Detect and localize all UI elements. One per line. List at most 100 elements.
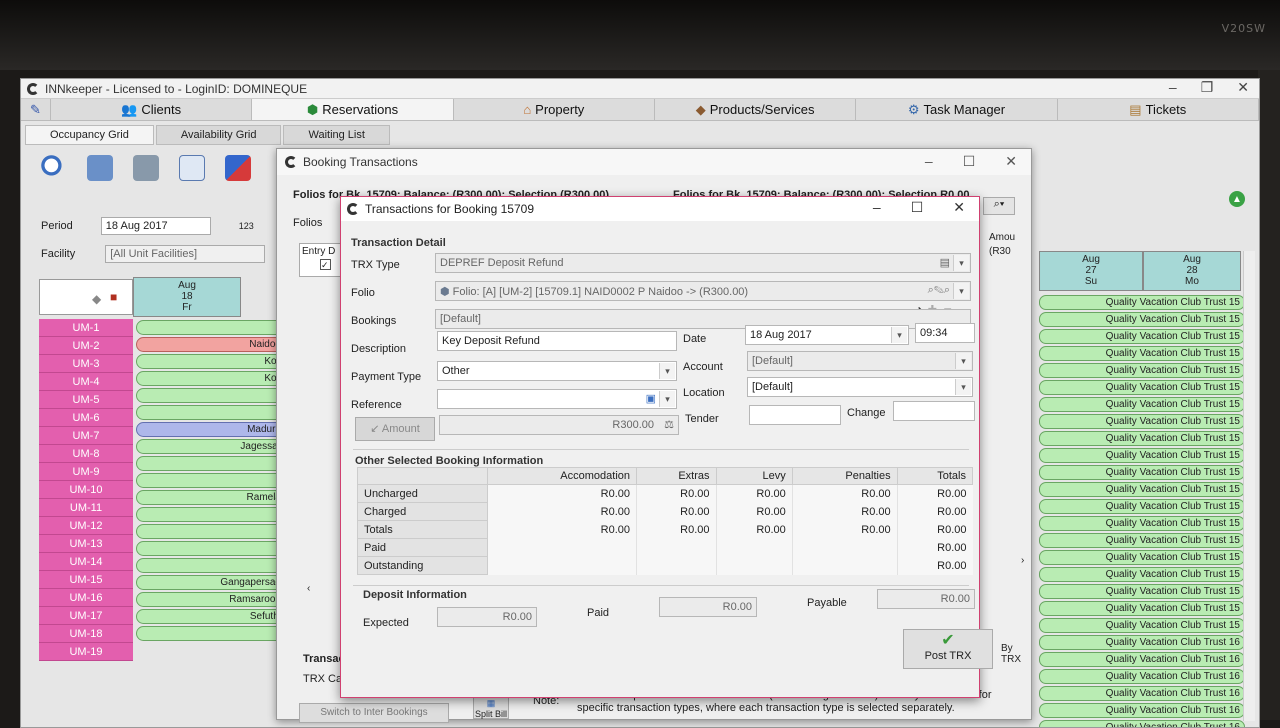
account-select[interactable]: [Default] ▾	[747, 351, 973, 371]
booking-bar[interactable]	[136, 405, 286, 420]
booking-bar[interactable]	[136, 524, 286, 539]
unit-row-label[interactable]: UM-7	[39, 427, 133, 445]
unit-row-label[interactable]: UM-4	[39, 373, 133, 391]
tab-reservations[interactable]: ⬢ Reservations	[252, 99, 454, 120]
folio-select[interactable]: ⬢ Folio: [A] [UM-2] [15709.1] NAID0002 P…	[435, 281, 971, 301]
unit-row-label[interactable]: UM-15	[39, 571, 133, 589]
booking-bar[interactable]: Quality Vacation Club Trust 15	[1039, 312, 1245, 327]
column-header[interactable]: Penalties	[791, 467, 898, 485]
folio-search-icon[interactable]: ⌕▾	[983, 197, 1015, 215]
amount-button[interactable]: ↙ Amount	[355, 417, 435, 441]
unit-row-label[interactable]: UM-19	[39, 643, 133, 661]
booking-bar[interactable]: Quality Vacation Club Trust 16	[1039, 652, 1245, 667]
time-input[interactable]: 09:34	[915, 323, 975, 343]
facility-input[interactable]: [All Unit Facilities]	[105, 245, 266, 263]
booking-bar[interactable]: Quality Vacation Club Trust 16	[1039, 720, 1245, 727]
booking-bar[interactable]: Quality Vacation Club Trust 16	[1039, 686, 1245, 701]
tab-home[interactable]: ✎	[21, 99, 51, 120]
booking-bar[interactable]	[136, 626, 286, 641]
column-header[interactable]: Totals	[896, 467, 974, 485]
grid-scrollbar[interactable]	[1243, 251, 1255, 721]
column-header[interactable]	[356, 467, 489, 485]
search-icon[interactable]	[41, 155, 67, 181]
maximize-icon[interactable]: ❐	[1201, 79, 1214, 96]
horizontal-scroll-right[interactable]: ›	[1021, 555, 1024, 566]
booking-bar[interactable]	[136, 320, 286, 335]
trx-type-select[interactable]: DEPREF Deposit Refund ▾ ▤	[435, 253, 971, 273]
unit-row-label[interactable]: UM-3	[39, 355, 133, 373]
reference-input[interactable]: ▣ ▾	[437, 389, 677, 409]
unit-row-label[interactable]: UM-1	[39, 319, 133, 337]
booking-bar[interactable]: Quality Vacation Club Trust 15	[1039, 533, 1245, 548]
booking-bar[interactable]: Ramsaroop	[136, 592, 286, 607]
payment-type-select[interactable]: Other ▾	[437, 361, 677, 381]
booking-bar[interactable]: Quality Vacation Club Trust 15	[1039, 482, 1245, 497]
booking-bar[interactable]: Quality Vacation Club Trust 15	[1039, 618, 1245, 633]
eraser-icon[interactable]: ◆	[92, 292, 101, 306]
amount-input[interactable]: R300.00 ⚖	[439, 415, 679, 435]
location-select[interactable]: [Default] ▾	[747, 377, 973, 397]
tab-waiting-list[interactable]: Waiting List	[283, 125, 390, 145]
horizontal-scroll-left[interactable]: ‹	[307, 583, 310, 594]
minimize-icon[interactable]: –	[1169, 79, 1177, 96]
period-input[interactable]: 18 Aug 2017	[100, 217, 211, 235]
close-icon[interactable]: ✕	[1005, 153, 1017, 170]
unit-row-label[interactable]: UM-5	[39, 391, 133, 409]
unit-row-label[interactable]: UM-6	[39, 409, 133, 427]
document-icon[interactable]	[179, 155, 205, 181]
unit-row-label[interactable]: UM-18	[39, 625, 133, 643]
booking-bar[interactable]	[136, 558, 286, 573]
booking-bar[interactable]: Quality Vacation Club Trust 15	[1039, 499, 1245, 514]
folio-tools-icon[interactable]: ⌕✎⌕	[928, 284, 950, 297]
reference-lookup-icon[interactable]: ▣	[646, 392, 656, 405]
print-icon[interactable]	[133, 155, 159, 181]
booking-bar[interactable]: Quality Vacation Club Trust 15	[1039, 380, 1245, 395]
tab-clients[interactable]: 👥 Clients	[51, 99, 253, 120]
change-input[interactable]	[893, 401, 975, 421]
booking-bar[interactable]: Quality Vacation Club Trust 15	[1039, 397, 1245, 412]
period-step[interactable]: 123	[239, 221, 254, 231]
booking-bar[interactable]: Quality Vacation Club Trust 15	[1039, 516, 1245, 531]
date-picker[interactable]: 18 Aug 2017 ▾	[745, 325, 909, 345]
unit-row-label[interactable]: UM-12	[39, 517, 133, 535]
column-header[interactable]: Extras	[636, 467, 717, 485]
split-bill-button[interactable]: ▦ Split Bill	[473, 697, 509, 719]
booking-bar[interactable]: Quality Vacation Club Trust 16	[1039, 703, 1245, 718]
calculator-icon[interactable]: ▤	[940, 256, 950, 269]
booking-bar[interactable]: Quality Vacation Club Trust 15	[1039, 363, 1245, 378]
tab-products-services[interactable]: ◆ Products/Services	[655, 99, 857, 120]
switch-inter-bookings-button[interactable]: Switch to Inter Bookings	[299, 703, 449, 723]
booking-bar[interactable]: Quality Vacation Club Trust 15	[1039, 329, 1245, 344]
maximize-icon[interactable]: ☐	[963, 153, 976, 170]
minimize-icon[interactable]: –	[925, 153, 933, 170]
booking-bar[interactable]: Quality Vacation Club Trust 15	[1039, 448, 1245, 463]
post-trx-button[interactable]: ✔ Post TRX	[903, 629, 993, 669]
tab-task-manager[interactable]: ⚙ Task Manager	[856, 99, 1058, 120]
minimize-icon[interactable]: –	[873, 199, 881, 216]
booking-bar[interactable]: Jagessar	[136, 439, 286, 454]
tab-tickets[interactable]: ▤ Tickets	[1058, 99, 1259, 120]
booking-bar[interactable]: Quality Vacation Club Trust 16	[1039, 635, 1245, 650]
tab-property[interactable]: ⌂ Property	[454, 99, 655, 120]
booking-bar[interactable]: Quality Vacation Club Trust 15	[1039, 431, 1245, 446]
tender-input[interactable]	[749, 405, 841, 425]
booking-bar[interactable]: Quality Vacation Club Trust 15	[1039, 601, 1245, 616]
unit-row-label[interactable]: UM-13	[39, 535, 133, 553]
booking-bar[interactable]: Quality Vacation Club Trust 15	[1039, 567, 1245, 582]
booking-bar[interactable]: Sefuthi	[136, 609, 286, 624]
booking-bar[interactable]	[136, 388, 286, 403]
booking-bar[interactable]	[136, 507, 286, 522]
booking-bar[interactable]: Gangapersad	[136, 575, 286, 590]
close-icon[interactable]: ✕	[1237, 79, 1249, 96]
booking-bar[interactable]: Koli	[136, 354, 286, 369]
booking-bar[interactable]: Koli	[136, 371, 286, 386]
unit-row-label[interactable]: UM-16	[39, 589, 133, 607]
booking-bar[interactable]	[136, 541, 286, 556]
column-header[interactable]: Levy	[715, 467, 793, 485]
booking-bar[interactable]: Naidoo	[136, 337, 286, 352]
booking-bar[interactable]: Quality Vacation Club Trust 16	[1039, 669, 1245, 684]
unit-row-label[interactable]: UM-14	[39, 553, 133, 571]
booking-bar[interactable]: Quality Vacation Club Trust 15	[1039, 295, 1245, 310]
booking-bar[interactable]	[136, 456, 286, 471]
unit-row-label[interactable]: UM-8	[39, 445, 133, 463]
